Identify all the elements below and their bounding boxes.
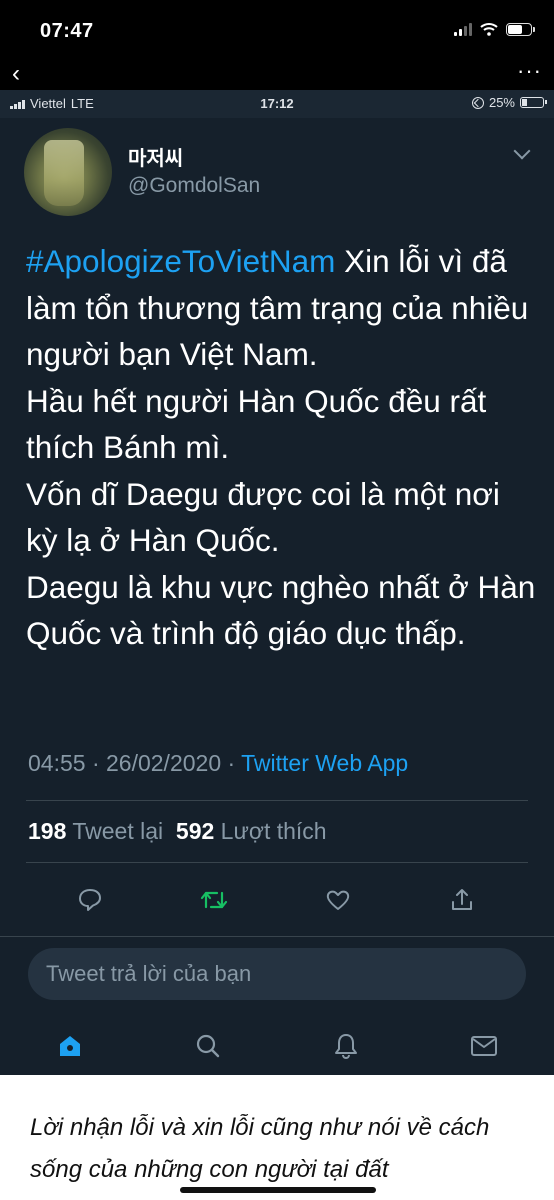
more-dots-icon[interactable]: ··· [517,58,542,84]
heart-icon[interactable] [318,880,358,920]
inner-battery: 25% [471,95,547,110]
user-handle[interactable]: @GomdolSan [128,174,260,198]
rotation-lock-icon [471,96,484,109]
tweet-actions [0,880,554,920]
inner-clock: 17:12 [260,96,294,111]
tweet-line-3: Daegu là khu vực nghèo nhất ở Hàn Quốc v… [26,568,536,652]
wifi-icon [480,23,498,36]
divider [0,936,554,937]
chevron-down-icon[interactable] [513,142,531,160]
home-indicator[interactable] [180,1187,376,1193]
divider [26,800,528,801]
tweet-timestamp: 04:55 · 26/02/2020 · [28,750,242,776]
tweet-line-2: Vốn dĩ Daegu được coi là một nơi kỳ lạ ở… [26,475,500,559]
cellular-signal-icon [454,22,472,36]
avatar[interactable] [24,128,112,216]
hashtag-link[interactable]: #ApologizeToVietNam [26,243,335,279]
tweet-line-1: Hầu hết người Hàn Quốc đều rất thích Bán… [26,382,487,466]
tweet-screenshot: Viettel LTE 17:12 25% 마저씨 @GomdolSan #Ap… [0,90,554,1075]
retweet-icon[interactable] [194,880,234,920]
tweet-meta: 04:55 · 26/02/2020 · Twitter Web App [28,750,408,777]
retweet-count[interactable]: 198 [28,818,66,844]
inner-battery-icon [520,97,547,108]
source-app-link[interactable]: Twitter Web App [241,750,408,776]
bell-icon[interactable] [326,1026,366,1066]
bottom-tab-bar [0,1020,554,1075]
tweet-text: #ApologizeToVietNam Xin lỗi vì đã làm tổ… [26,238,536,657]
home-icon[interactable] [50,1026,90,1066]
reply-input[interactable]: Tweet trả lời của bạn [28,948,526,1000]
display-name[interactable]: 마저씨 [128,142,183,171]
tweet-stats: 198 Tweet lại 592 Lượt thích [28,818,327,845]
like-count[interactable]: 592 [176,818,214,844]
retweet-label: Tweet lại [66,818,176,844]
battery-icon [506,22,535,36]
divider [26,862,528,863]
search-icon[interactable] [188,1026,228,1066]
like-label: Lượt thích [214,818,327,844]
outer-clock: 07:47 [40,20,94,42]
share-icon[interactable] [442,880,482,920]
inner-status-bar: Viettel LTE 17:12 25% [0,90,554,118]
caption-text: Lời nhận lỗi và xin lỗi cũng như nói về … [30,1114,490,1183]
outer-nav-bar: ‹ ··· [0,58,554,90]
chevron-left-icon[interactable]: ‹ [6,60,26,88]
mail-icon[interactable] [464,1026,504,1066]
caption-area: Lời nhận lỗi và xin lỗi cũng như nói về … [0,1075,554,1200]
comment-icon[interactable] [70,880,110,920]
battery-percent: 25% [488,95,515,110]
outer-status-icons [454,22,535,36]
outer-status-bar: 07:47 [0,0,554,60]
